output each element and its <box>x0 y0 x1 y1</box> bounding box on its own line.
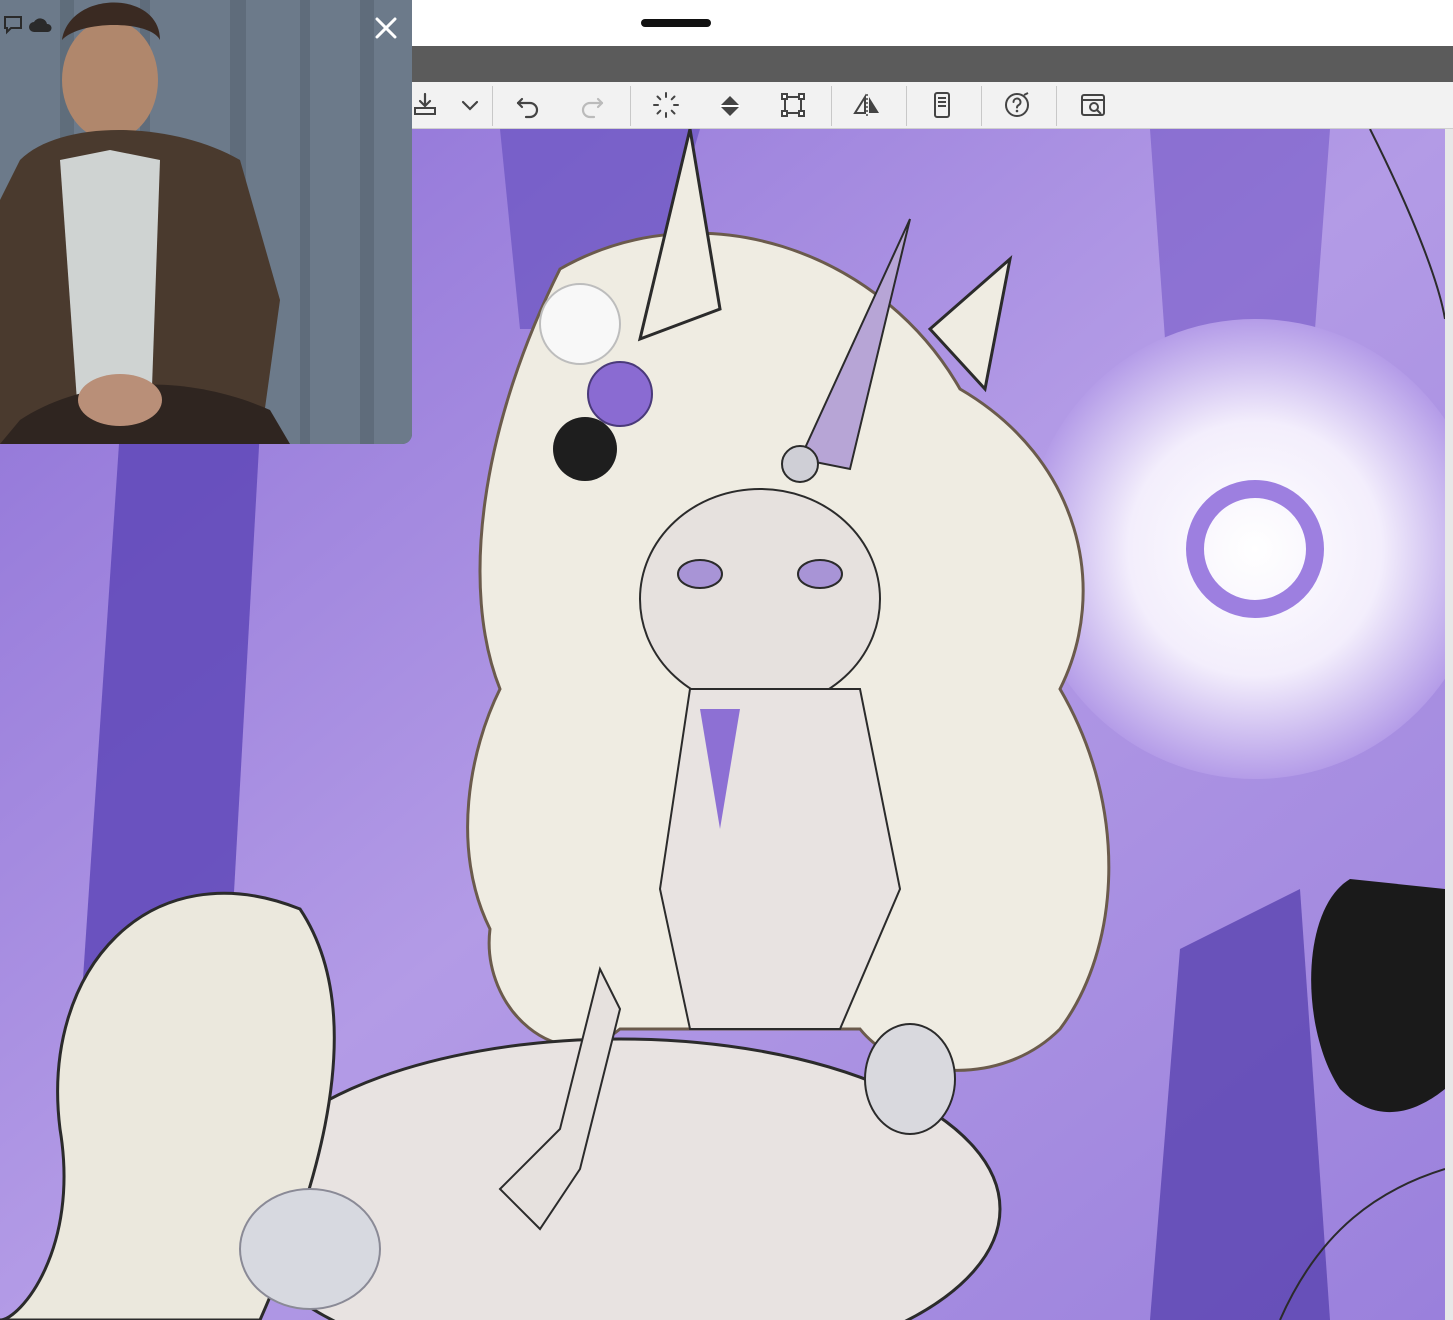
canvas-scrollbar[interactable] <box>1445 129 1453 1320</box>
toolbar-divider <box>1056 86 1057 126</box>
toolbar-divider <box>981 86 982 126</box>
redo-icon[interactable] <box>572 87 612 123</box>
stream-badges <box>2 14 54 36</box>
chat-icon <box>4 16 22 35</box>
help-icon[interactable] <box>997 87 1037 123</box>
device-icon[interactable] <box>922 87 962 123</box>
chevron-down-icon[interactable] <box>450 87 490 123</box>
cloud-icon <box>29 18 52 32</box>
video-frame <box>0 0 412 444</box>
close-icon[interactable] <box>366 8 406 48</box>
home-indicator[interactable] <box>641 19 711 27</box>
toolbar-divider <box>906 86 907 126</box>
fill-bucket-icon[interactable] <box>710 87 750 123</box>
flip-horizontal-icon[interactable] <box>847 87 887 123</box>
video-overlay[interactable] <box>0 0 412 444</box>
toolbar-divider <box>492 86 493 126</box>
view-search-icon[interactable] <box>1073 87 1113 123</box>
toolbar-divider <box>831 86 832 126</box>
undo-icon[interactable] <box>508 87 548 123</box>
transform-icon[interactable] <box>773 87 813 123</box>
toolbar-divider <box>630 86 631 126</box>
loading-spinner-icon[interactable] <box>646 87 686 123</box>
